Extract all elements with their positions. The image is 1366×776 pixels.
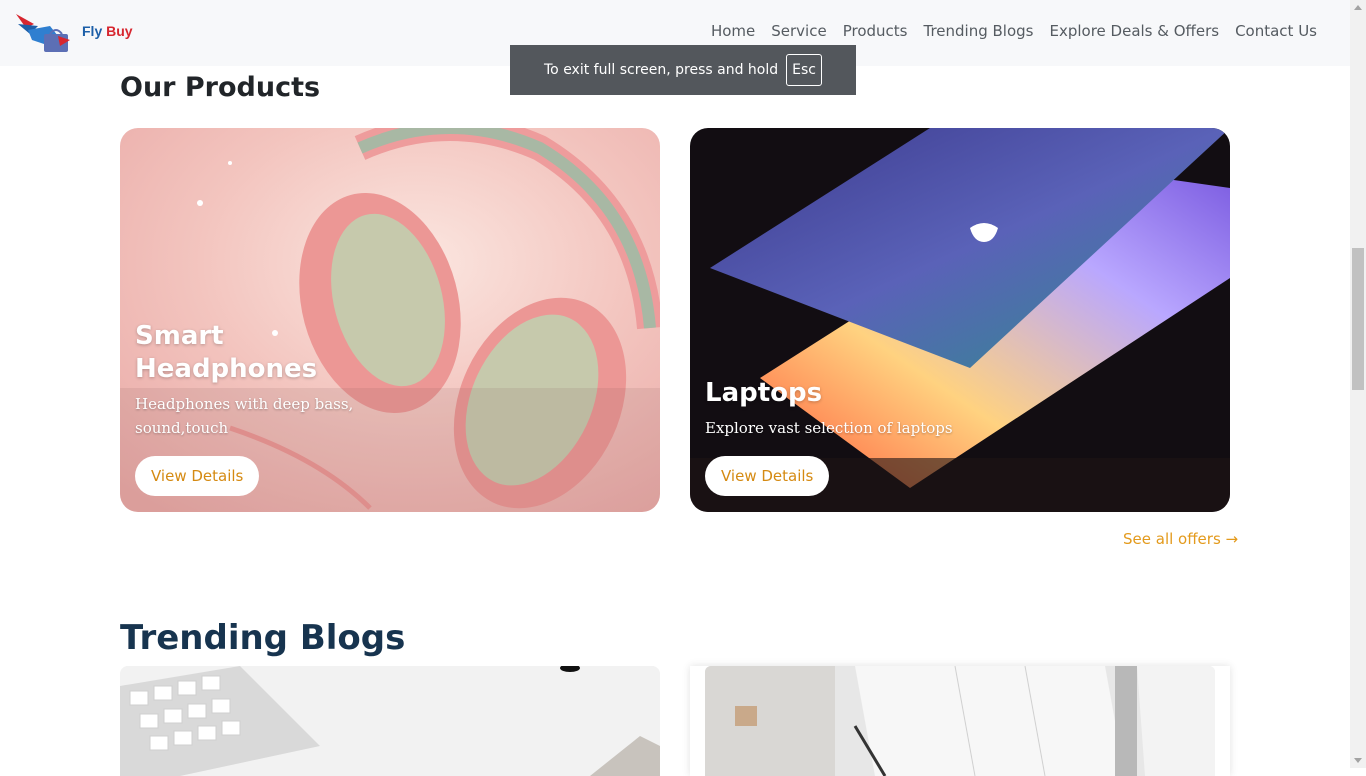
nav-link-service[interactable]: Service [763, 22, 834, 40]
products-section-title: Our Products [120, 72, 321, 103]
nav-links: Home Service Products Trending Blogs Exp… [703, 22, 1325, 40]
nav-link-products[interactable]: Products [835, 22, 916, 40]
headphones-card-body: Smart Headphones Headphones with deep ba… [135, 320, 375, 496]
blog-card-planner[interactable] [690, 666, 1230, 776]
see-all-offers-link[interactable]: See all offers → [1123, 530, 1238, 548]
page-scrollbar[interactable] [1350, 0, 1366, 768]
fullscreen-exit-notice: To exit full screen, press and hold Esc [510, 45, 856, 95]
scrollbar-thumb[interactable] [1352, 248, 1364, 390]
brand-logo-link[interactable]: Fly Buy [14, 10, 133, 54]
keyboard-desk-image [120, 666, 660, 776]
headphones-card-text: Headphones with deep bass, sound,touch [135, 395, 354, 437]
fullscreen-notice-text: To exit full screen, press and hold [544, 62, 779, 78]
product-card-headphones: Smart Headphones Headphones with deep ba… [120, 128, 660, 512]
esc-key-badge: Esc [786, 54, 822, 86]
scroll-up-arrow-icon[interactable] [1354, 5, 1362, 10]
planner-notebook-image [705, 666, 1215, 776]
laptops-view-details-button[interactable]: View Details [705, 456, 830, 496]
laptops-card-title: Laptops [705, 378, 823, 408]
headphones-card-title: Smart Headphones [135, 321, 318, 384]
planner-image-frame [705, 666, 1215, 776]
nav-link-deals-offers[interactable]: Explore Deals & Offers [1041, 22, 1227, 40]
brand-name: Fly Buy [82, 23, 133, 39]
product-card-laptops: Laptops Explore vast selection of laptop… [690, 128, 1230, 512]
laptops-card-body: Laptops Explore vast selection of laptop… [705, 377, 953, 496]
bird-shopping-bag-logo-icon [16, 14, 70, 52]
nav-link-home[interactable]: Home [703, 22, 763, 40]
nav-link-contact-us[interactable]: Contact Us [1227, 22, 1325, 40]
scroll-down-arrow-icon[interactable] [1354, 758, 1362, 763]
brand-name-fly: Fly [82, 23, 103, 39]
brand-name-buy: Buy [106, 23, 133, 39]
blog-card-keyboard[interactable] [120, 666, 660, 776]
headphones-view-details-button[interactable]: View Details [135, 456, 260, 496]
blogs-section-title: Trending Blogs [120, 618, 406, 658]
laptops-card-text: Explore vast selection of laptops [705, 419, 953, 437]
nav-link-trending-blogs[interactable]: Trending Blogs [915, 22, 1041, 40]
